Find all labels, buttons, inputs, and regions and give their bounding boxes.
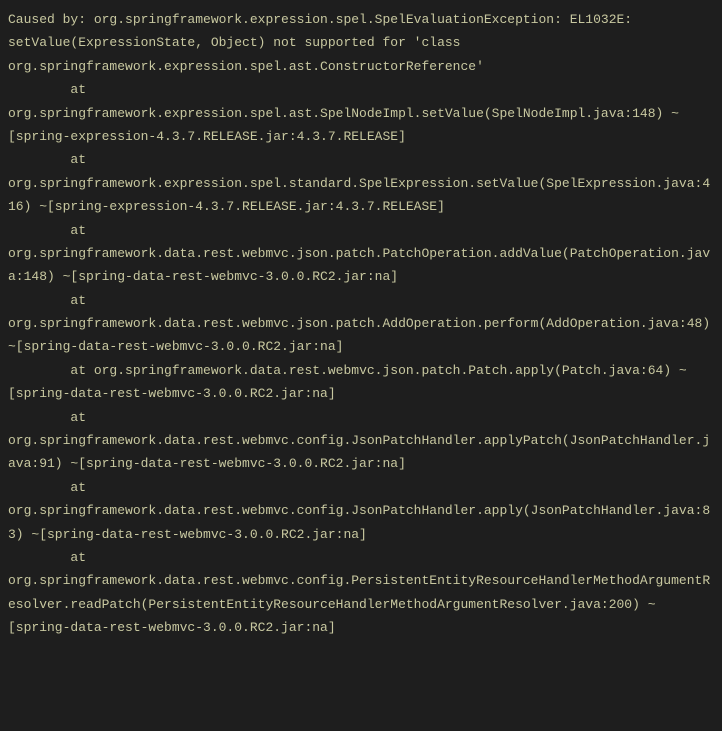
stack-trace-output: Caused by: org.springframework.expressio…	[8, 8, 714, 640]
